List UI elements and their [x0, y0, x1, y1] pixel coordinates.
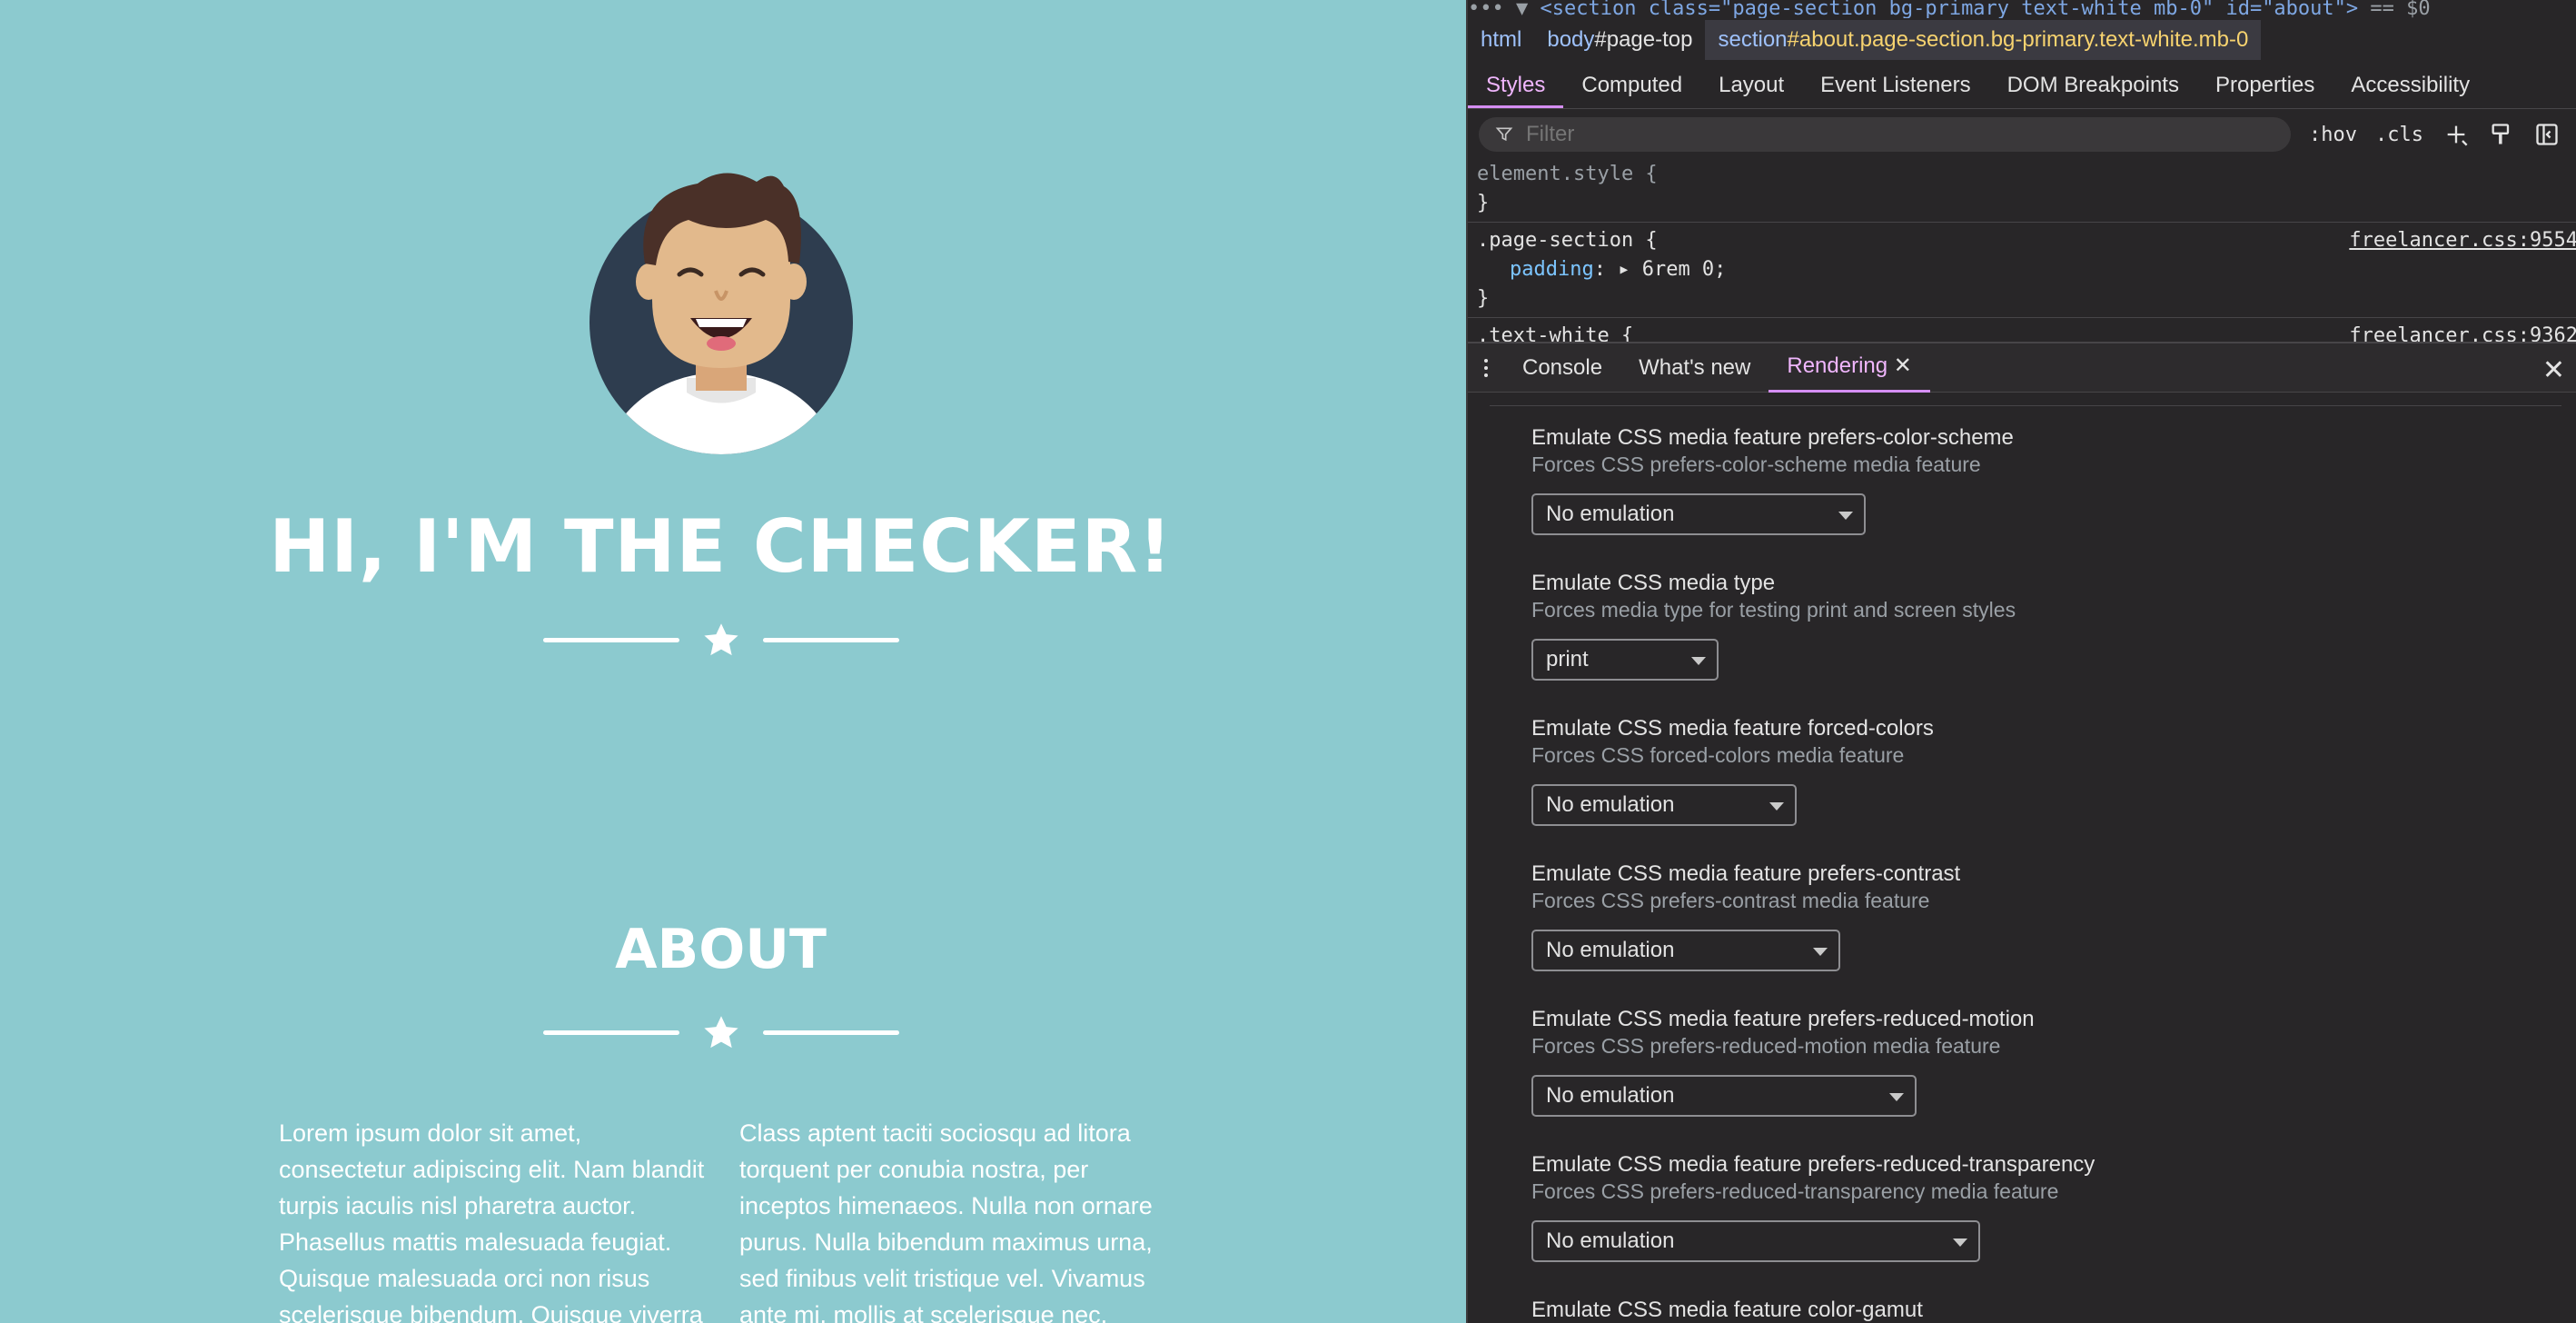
forced-colors-select[interactable]: No emulation — [1531, 784, 1797, 826]
filter-input[interactable] — [1524, 121, 2251, 148]
prefers-reduced-motion-select[interactable]: No emulation — [1531, 1075, 1917, 1117]
hov-toggle[interactable]: :hov — [2309, 124, 2357, 146]
breadcrumb-body[interactable]: body#page-top — [1534, 27, 1705, 53]
rule-source-link[interactable]: freelancer.css:9362 — [2349, 322, 2576, 342]
option-title: Emulate CSS media feature prefers-color-… — [1531, 425, 2014, 450]
filter-box — [1479, 117, 2291, 152]
dom-node-marker: == $0 — [2370, 0, 2431, 18]
rule-selector: element.style { — [1477, 163, 1658, 185]
option-prefers-reduced-transparency: Emulate CSS media feature prefers-reduce… — [1531, 1152, 2095, 1262]
option-title: Emulate CSS media feature prefers-contra… — [1531, 861, 1961, 886]
styles-tab-bar: Styles Computed Layout Event Listeners D… — [1468, 64, 2576, 109]
option-media-type: Emulate CSS media type Forces media type… — [1531, 571, 2016, 681]
chevron-down-icon — [1838, 512, 1853, 520]
more-tabs-icon[interactable] — [1468, 354, 1504, 382]
chevron-down-icon — [1769, 802, 1784, 811]
tab-layout[interactable]: Layout — [1700, 64, 1802, 108]
chevron-down-icon — [1889, 1093, 1904, 1101]
option-title: Emulate CSS media type — [1531, 571, 1776, 595]
dom-expand-arrow[interactable]: ••• ▼ — [1468, 0, 1528, 18]
about-text-right: Class aptent taciti sociosqu ad litora t… — [739, 1119, 1153, 1323]
option-prefers-reduced-motion: Emulate CSS media feature prefers-reduce… — [1531, 1007, 2035, 1117]
cls-toggle[interactable]: .cls — [2375, 124, 2423, 146]
dom-tree-selected-line[interactable]: ••• ▼ <section class="page-section bg-pr… — [1468, 0, 2576, 18]
paint-brush-icon[interactable] — [2489, 122, 2514, 147]
option-description: Forces CSS prefers-contrast media featur… — [1531, 889, 1930, 912]
option-prefers-contrast: Emulate CSS media feature prefers-contra… — [1531, 861, 1960, 971]
close-drawer-icon[interactable]: ✕ — [2542, 354, 2565, 386]
divider — [1490, 405, 2561, 406]
option-title: Emulate CSS media feature forced-colors — [1531, 716, 1934, 741]
tab-styles[interactable]: Styles — [1468, 64, 1564, 108]
prefers-contrast-select[interactable]: No emulation — [1531, 930, 1840, 971]
masthead-heading: HI, I'M THE CHECKER! — [269, 504, 1173, 589]
divider-line-right — [763, 1030, 899, 1035]
option-prefers-color-scheme: Emulate CSS media feature prefers-color-… — [1531, 425, 2014, 535]
prefers-reduced-transparency-select[interactable]: No emulation — [1531, 1220, 1980, 1262]
star-icon — [704, 623, 738, 656]
style-rules-pane: element.style { } .page-section { freela… — [1468, 156, 2576, 342]
drawer-tab-bar: Console What's new Rendering ✕ ✕ — [1468, 342, 2576, 393]
filter-icon — [1495, 127, 1513, 142]
about-divider — [543, 1010, 899, 1056]
rendering-panel: Emulate CSS media feature prefers-color-… — [1468, 394, 2576, 1323]
rule-source-link[interactable]: freelancer.css:9554 — [2349, 226, 2576, 255]
option-description: Forces CSS prefers-reduced-transparency … — [1531, 1179, 2059, 1203]
breadcrumb-section[interactable]: section#about.page-section.bg-primary.te… — [1705, 20, 2262, 60]
about-heading: ABOUT — [615, 918, 827, 981]
chevron-down-icon — [1953, 1238, 1967, 1247]
styles-toolbar: :hov .cls — [1479, 116, 2569, 153]
breadcrumb-html[interactable]: html — [1468, 27, 1534, 53]
devtools-panel: ••• ▼ <section class="page-section bg-pr… — [1466, 0, 2576, 1323]
tab-dom-breakpoints[interactable]: DOM Breakpoints — [1989, 64, 2197, 108]
masthead-divider — [543, 618, 899, 663]
breadcrumb: html body#page-top section#about.page-se… — [1468, 20, 2576, 60]
option-title: Emulate CSS media feature color-gamut — [1531, 1298, 1923, 1322]
dom-node-text: <section class="page-section bg-primary … — [1540, 0, 2359, 18]
about-text-left: Lorem ipsum dolor sit amet, consectetur … — [279, 1119, 705, 1323]
option-description: Forces CSS prefers-color-scheme media fe… — [1531, 453, 1981, 476]
rule-element-style[interactable]: element.style { } — [1468, 156, 2576, 223]
rule-close: } — [1477, 287, 1490, 310]
option-description: Forces CSS prefers-reduced-motion media … — [1531, 1034, 2001, 1058]
chevron-down-icon — [1813, 948, 1828, 956]
option-title: Emulate CSS media feature prefers-reduce… — [1531, 1152, 2095, 1177]
avatar-image — [590, 173, 853, 454]
rule-page-section[interactable]: .page-section { freelancer.css:9554 padd… — [1468, 223, 2576, 318]
tab-accessibility[interactable]: Accessibility — [2333, 64, 2488, 108]
media-type-select[interactable]: print — [1531, 639, 1719, 681]
option-forced-colors: Emulate CSS media feature forced-colors … — [1531, 716, 1934, 826]
tab-event-listeners[interactable]: Event Listeners — [1802, 64, 1988, 108]
divider-line-right — [763, 638, 899, 642]
tab-rendering[interactable]: Rendering ✕ — [1769, 343, 1930, 393]
prefers-color-scheme-select[interactable]: No emulation — [1531, 493, 1866, 535]
toggle-sidebar-icon[interactable] — [2534, 122, 2560, 147]
tab-computed[interactable]: Computed — [1563, 64, 1700, 108]
option-description: Forces media type for testing print and … — [1531, 598, 2016, 622]
option-description: Forces CSS forced-colors media feature — [1531, 743, 1905, 767]
new-style-rule-icon[interactable] — [2443, 122, 2469, 147]
rule-text-white[interactable]: .text-white { freelancer.css:9362 — [1468, 318, 2576, 342]
divider-line-left — [543, 1030, 679, 1035]
star-icon — [704, 1016, 738, 1049]
close-tab-icon[interactable]: ✕ — [1894, 353, 1912, 378]
tab-console[interactable]: Console — [1504, 344, 1620, 392]
page-viewport: HI, I'M THE CHECKER! ABOUT Lorem ipsum d… — [0, 0, 1466, 1323]
option-title: Emulate CSS media feature prefers-reduce… — [1531, 1007, 2035, 1031]
rule-declaration[interactable]: padding: ▸ 6rem 0; — [1477, 255, 2569, 284]
divider-line-left — [543, 638, 679, 642]
chevron-down-icon — [1691, 657, 1706, 665]
tab-properties[interactable]: Properties — [2197, 64, 2333, 108]
rule-close: } — [1477, 192, 1490, 214]
option-color-gamut: Emulate CSS media feature color-gamut — [1531, 1298, 1923, 1323]
tab-whats-new[interactable]: What's new — [1620, 344, 1769, 392]
